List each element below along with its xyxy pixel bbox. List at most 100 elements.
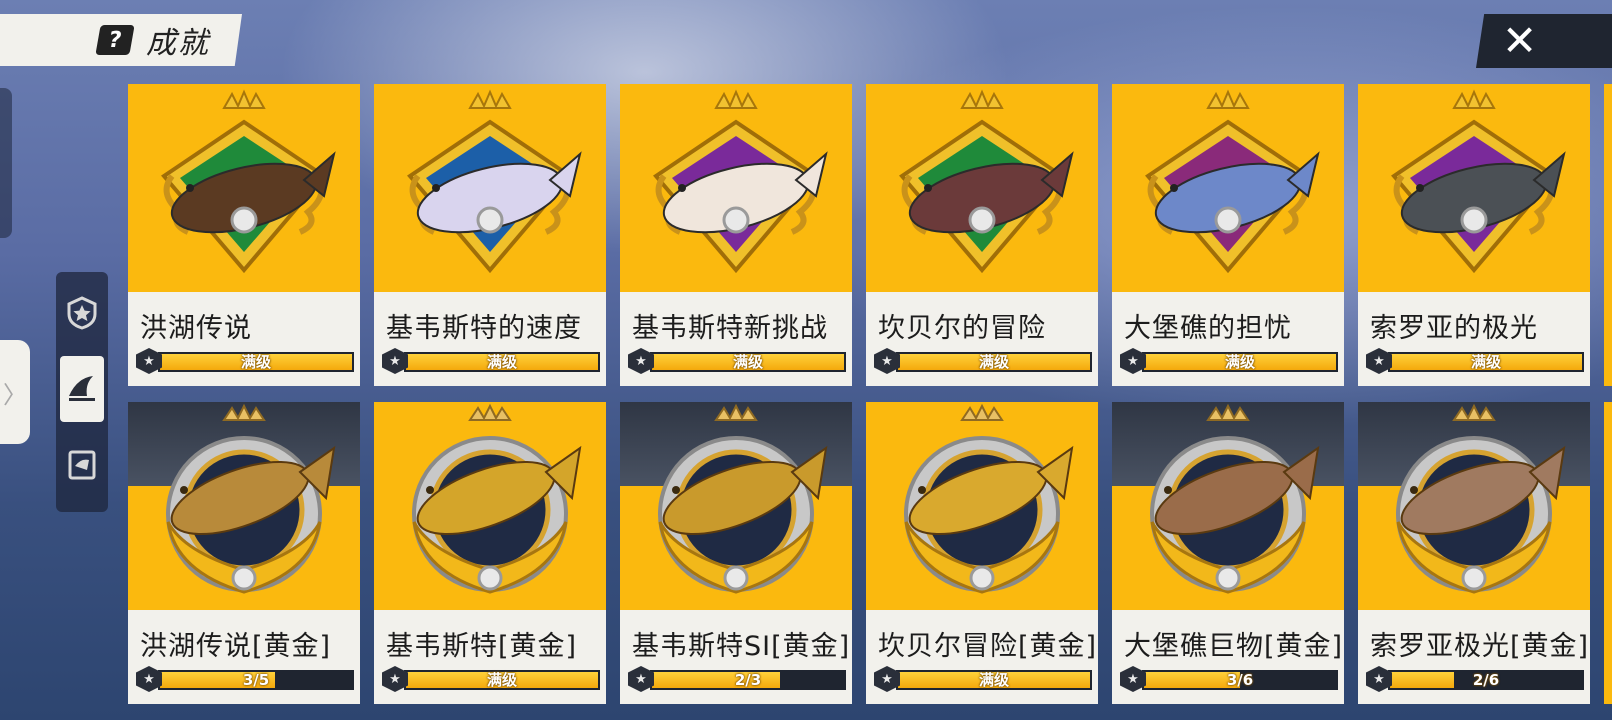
achievement-title: 索罗亚的极光 — [1370, 313, 1538, 344]
next-card-peek — [1604, 402, 1612, 704]
achievement-title: 坎贝尔的冒险 — [878, 313, 1046, 344]
achievement-medal-icon — [1112, 402, 1344, 610]
progress-bar: 2/3 — [650, 670, 846, 690]
achievement-medal-icon — [866, 402, 1098, 610]
category-nav — [56, 272, 108, 512]
achievement-info: 基韦斯特新挑战满级 ★ — [620, 292, 852, 386]
achievement-medal-icon — [620, 402, 852, 610]
progress-text: 满级 — [978, 353, 1009, 371]
achievement-card[interactable]: 基韦斯特新挑战满级 ★ — [620, 84, 852, 386]
achievement-card[interactable]: 索罗亚的极光满级 ★ — [1358, 84, 1590, 386]
achievement-progress: 2/3 ★ — [628, 666, 846, 692]
progress-text: 满级 — [486, 671, 517, 689]
achievement-progress: 满级 ★ — [628, 348, 846, 374]
achievement-card[interactable]: 洪湖传说满级 ★ — [128, 84, 360, 386]
fish-fin-icon — [69, 376, 95, 401]
journal-icon — [68, 450, 96, 480]
achievement-card[interactable]: 大堡礁巨物[黄金] 3/6 ★ — [1112, 402, 1344, 704]
progress-bar: 满级 — [1388, 352, 1584, 372]
achievement-card[interactable]: 坎贝尔的冒险满级 ★ — [866, 84, 1098, 386]
left-edge-panel — [0, 88, 12, 238]
achievement-info: 洪湖传说[黄金] 3/5 ★ — [128, 610, 360, 704]
progress-text: 满级 — [240, 353, 271, 371]
nav-item-badge[interactable] — [60, 280, 104, 346]
progress-bar: 满级 — [404, 670, 600, 690]
achievement-progress: 满级 ★ — [136, 348, 354, 374]
achievement-card[interactable]: 坎贝尔冒险[黄金] 满级 ★ — [866, 402, 1098, 704]
achievement-medal-icon — [866, 84, 1098, 292]
achievement-title: 洪湖传说 — [140, 313, 252, 344]
progress-text: 满级 — [732, 353, 763, 371]
achievement-medal-icon — [128, 402, 360, 610]
progress-bar: 满级 — [896, 352, 1092, 372]
close-button[interactable]: ✕ — [1476, 14, 1612, 68]
progress-text: 3/6 — [1226, 671, 1254, 689]
progress-bar: 3/6 — [1142, 670, 1338, 690]
achievement-info: 基韦斯特SI[黄金] 2/3 ★ — [620, 610, 852, 704]
achievement-progress: 满级 ★ — [382, 666, 600, 692]
achievement-info: 坎贝尔冒险[黄金] 满级 ★ — [866, 610, 1098, 704]
achievement-info: 大堡礁巨物[黄金] 3/6 ★ — [1112, 610, 1344, 704]
progress-text: 满级 — [1470, 353, 1501, 371]
progress-bar: 满级 — [1142, 352, 1338, 372]
achievement-medal-icon — [1358, 402, 1590, 610]
drawer-toggle[interactable]: 〉 — [0, 340, 30, 444]
achievement-card[interactable]: 洪湖传说[黄金] 3/5 ★ — [128, 402, 360, 704]
achievement-progress: 满级 ★ — [382, 348, 600, 374]
achievement-title: 基韦斯特的速度 — [386, 313, 582, 344]
chevron-right-icon: 〉 — [3, 380, 27, 409]
achievement-card[interactable]: 基韦斯特的速度满级 ★ — [374, 84, 606, 386]
progress-bar: 2/6 — [1388, 670, 1584, 690]
achievement-info: 基韦斯特的速度满级 ★ — [374, 292, 606, 386]
achievement-title: 基韦斯特SI[黄金] — [632, 631, 851, 662]
achievement-title: 大堡礁巨物[黄金] — [1124, 631, 1344, 662]
achievement-info: 索罗亚极光[黄金] 2/6 ★ — [1358, 610, 1590, 704]
help-icon[interactable]: ? — [95, 25, 135, 55]
progress-bar: 满级 — [404, 352, 600, 372]
progress-text: 3/5 — [242, 671, 270, 689]
progress-text: 满级 — [486, 353, 517, 371]
achievement-info: 坎贝尔的冒险满级 ★ — [866, 292, 1098, 386]
achievement-medal-icon — [1358, 84, 1590, 292]
achievement-progress: 满级 ★ — [874, 348, 1092, 374]
badge-icon — [67, 296, 97, 330]
achievement-title: 索罗亚极光[黄金] — [1370, 631, 1590, 662]
progress-text: 2/3 — [734, 671, 762, 689]
nav-item-journal[interactable] — [60, 432, 104, 498]
close-icon: ✕ — [1502, 16, 1538, 65]
achievement-title: 大堡礁的担忧 — [1124, 313, 1292, 344]
achievement-info: 基韦斯特[黄金] 满级 ★ — [374, 610, 606, 704]
achievement-medal-icon — [620, 84, 852, 292]
achievement-medal-icon — [128, 84, 360, 292]
page-title-tab: ? 成就 — [0, 14, 242, 66]
achievement-progress: 满级 ★ — [874, 666, 1092, 692]
achievement-progress: 3/6 ★ — [1120, 666, 1338, 692]
progress-text: 满级 — [1224, 353, 1255, 371]
achievement-title: 基韦斯特[黄金] — [386, 631, 578, 662]
achievement-medal-icon — [1112, 84, 1344, 292]
achievement-card[interactable]: 基韦斯特SI[黄金] 2/3 ★ — [620, 402, 852, 704]
achievement-progress: 满级 ★ — [1366, 348, 1584, 374]
achievement-info: 大堡礁的担忧满级 ★ — [1112, 292, 1344, 386]
achievement-title: 坎贝尔冒险[黄金] — [878, 631, 1098, 662]
achievement-progress: 2/6 ★ — [1366, 666, 1584, 692]
achievement-card[interactable]: 基韦斯特[黄金] 满级 ★ — [374, 402, 606, 704]
progress-bar: 3/5 — [158, 670, 354, 690]
progress-text: 满级 — [978, 671, 1009, 689]
achievement-info: 洪湖传说满级 ★ — [128, 292, 360, 386]
achievement-title: 洪湖传说[黄金] — [140, 631, 332, 662]
achievement-card[interactable]: 索罗亚极光[黄金] 2/6 ★ — [1358, 402, 1590, 704]
progress-bar: 满级 — [650, 352, 846, 372]
progress-text: 2/6 — [1472, 671, 1500, 689]
progress-bar: 满级 — [896, 670, 1092, 690]
progress-bar: 满级 — [158, 352, 354, 372]
achievement-progress: 3/5 ★ — [136, 666, 354, 692]
achievement-medal-icon — [374, 84, 606, 292]
achievement-progress: 满级 ★ — [1120, 348, 1338, 374]
achievement-card[interactable]: 大堡礁的担忧满级 ★ — [1112, 84, 1344, 386]
nav-item-fish[interactable] — [60, 356, 104, 422]
next-card-peek — [1604, 84, 1612, 386]
achievement-title: 基韦斯特新挑战 — [632, 313, 828, 344]
achievement-info: 索罗亚的极光满级 ★ — [1358, 292, 1590, 386]
page-title: 成就 — [146, 26, 210, 61]
